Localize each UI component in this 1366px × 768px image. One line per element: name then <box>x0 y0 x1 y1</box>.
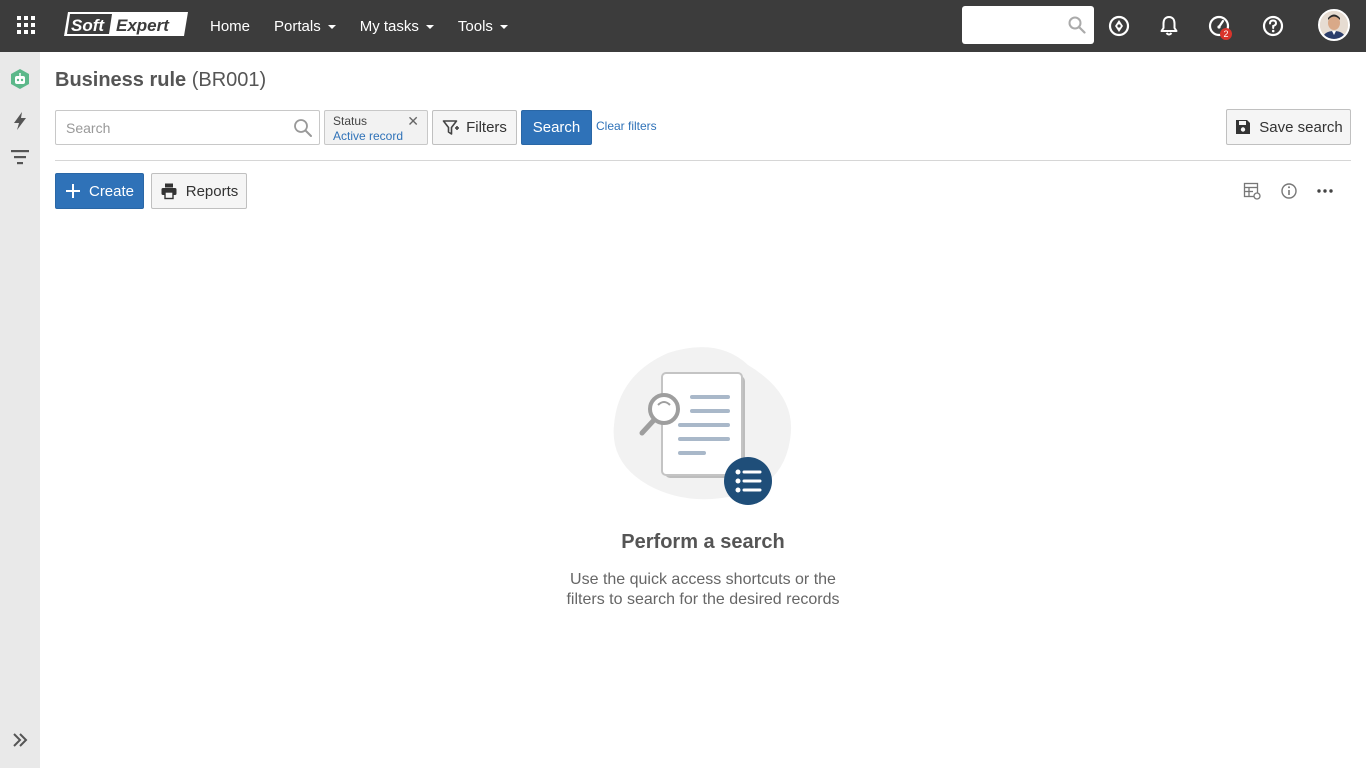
page-title: Business rule (BR001) <box>55 69 266 92</box>
nav-my-tasks-label: My tasks <box>359 17 419 35</box>
apps-grid-icon[interactable] <box>16 15 36 35</box>
save-search-button-label: Save search <box>1259 118 1343 136</box>
status-filter-label: Status <box>333 114 368 128</box>
clear-filters-link[interactable]: Clear filters <box>596 119 657 133</box>
page-title-text: Business rule <box>55 69 187 91</box>
notification-badge: 2 <box>1220 28 1232 40</box>
nav-portals[interactable]: Portals <box>262 0 348 52</box>
floppy-icon <box>1236 120 1251 134</box>
double-chevron-right-icon[interactable] <box>10 730 30 750</box>
bell-icon[interactable] <box>1156 13 1182 39</box>
status-filter-chip[interactable]: Status Active record ✕ <box>324 110 428 145</box>
logo-text-right: Expert <box>116 16 170 35</box>
filter-lines-icon[interactable] <box>9 146 31 168</box>
user-avatar[interactable] <box>1318 9 1350 41</box>
robot-icon[interactable] <box>9 68 31 90</box>
empty-state-title: Perform a search <box>621 531 785 553</box>
search-button-label: Search <box>532 119 581 136</box>
logo-text-left: Soft <box>71 16 105 35</box>
status-filter-value: Active record <box>333 129 404 143</box>
empty-state-illustration <box>613 347 792 505</box>
create-button-label: Create <box>88 182 135 200</box>
nav-my-tasks[interactable]: My tasks <box>348 0 446 52</box>
global-search-input[interactable] <box>970 6 1070 42</box>
funnel-icon <box>442 119 460 135</box>
close-icon[interactable]: ✕ <box>407 113 419 130</box>
nav-tools-label: Tools <box>457 17 493 35</box>
record-search <box>55 110 320 145</box>
create-button[interactable]: Create <box>55 173 144 209</box>
compass-icon[interactable] <box>1106 13 1132 39</box>
global-search <box>962 6 1094 44</box>
more-icon[interactable] <box>1316 182 1334 200</box>
softexpert-logo[interactable]: Soft Expert <box>62 10 190 38</box>
caret-down-icon <box>499 25 508 29</box>
search-icon[interactable] <box>1068 16 1086 34</box>
page-title-code: (BR001) <box>191 69 267 91</box>
nav-home-label: Home <box>210 17 251 35</box>
nav-home[interactable]: Home <box>198 0 262 52</box>
search-button[interactable]: Search <box>521 110 592 145</box>
nav-tools[interactable]: Tools <box>446 0 520 52</box>
save-search-button[interactable]: Save search <box>1226 109 1351 145</box>
table-settings-icon[interactable] <box>1243 182 1261 200</box>
empty-state-line-2: filters to search for the desired record… <box>566 591 840 608</box>
section-divider <box>55 160 1351 161</box>
filters-button[interactable]: Filters <box>432 110 517 145</box>
caret-down-icon <box>425 25 434 29</box>
user-photo-icon <box>1320 11 1348 39</box>
reports-button[interactable]: Reports <box>151 173 247 209</box>
main-nav: Home Portals My tasks Tools <box>198 0 520 52</box>
help-icon[interactable] <box>1260 13 1286 39</box>
printer-icon <box>161 183 177 200</box>
empty-state-description: Use the quick access shortcuts or the fi… <box>563 570 843 610</box>
plus-icon <box>65 184 80 198</box>
reports-button-label: Reports <box>185 182 239 200</box>
top-bar: Soft Expert Home Portals My tasks Tools … <box>0 0 1366 52</box>
filters-button-label: Filters <box>466 119 507 136</box>
nav-portals-label: Portals <box>274 17 321 35</box>
empty-state-line-1: Use the quick access shortcuts or the <box>570 571 836 588</box>
left-sidebar <box>0 52 40 768</box>
record-search-input[interactable] <box>64 111 284 144</box>
caret-down-icon <box>327 25 336 29</box>
search-icon[interactable] <box>293 118 313 138</box>
info-icon[interactable] <box>1280 182 1298 200</box>
lightning-icon[interactable] <box>9 110 31 132</box>
